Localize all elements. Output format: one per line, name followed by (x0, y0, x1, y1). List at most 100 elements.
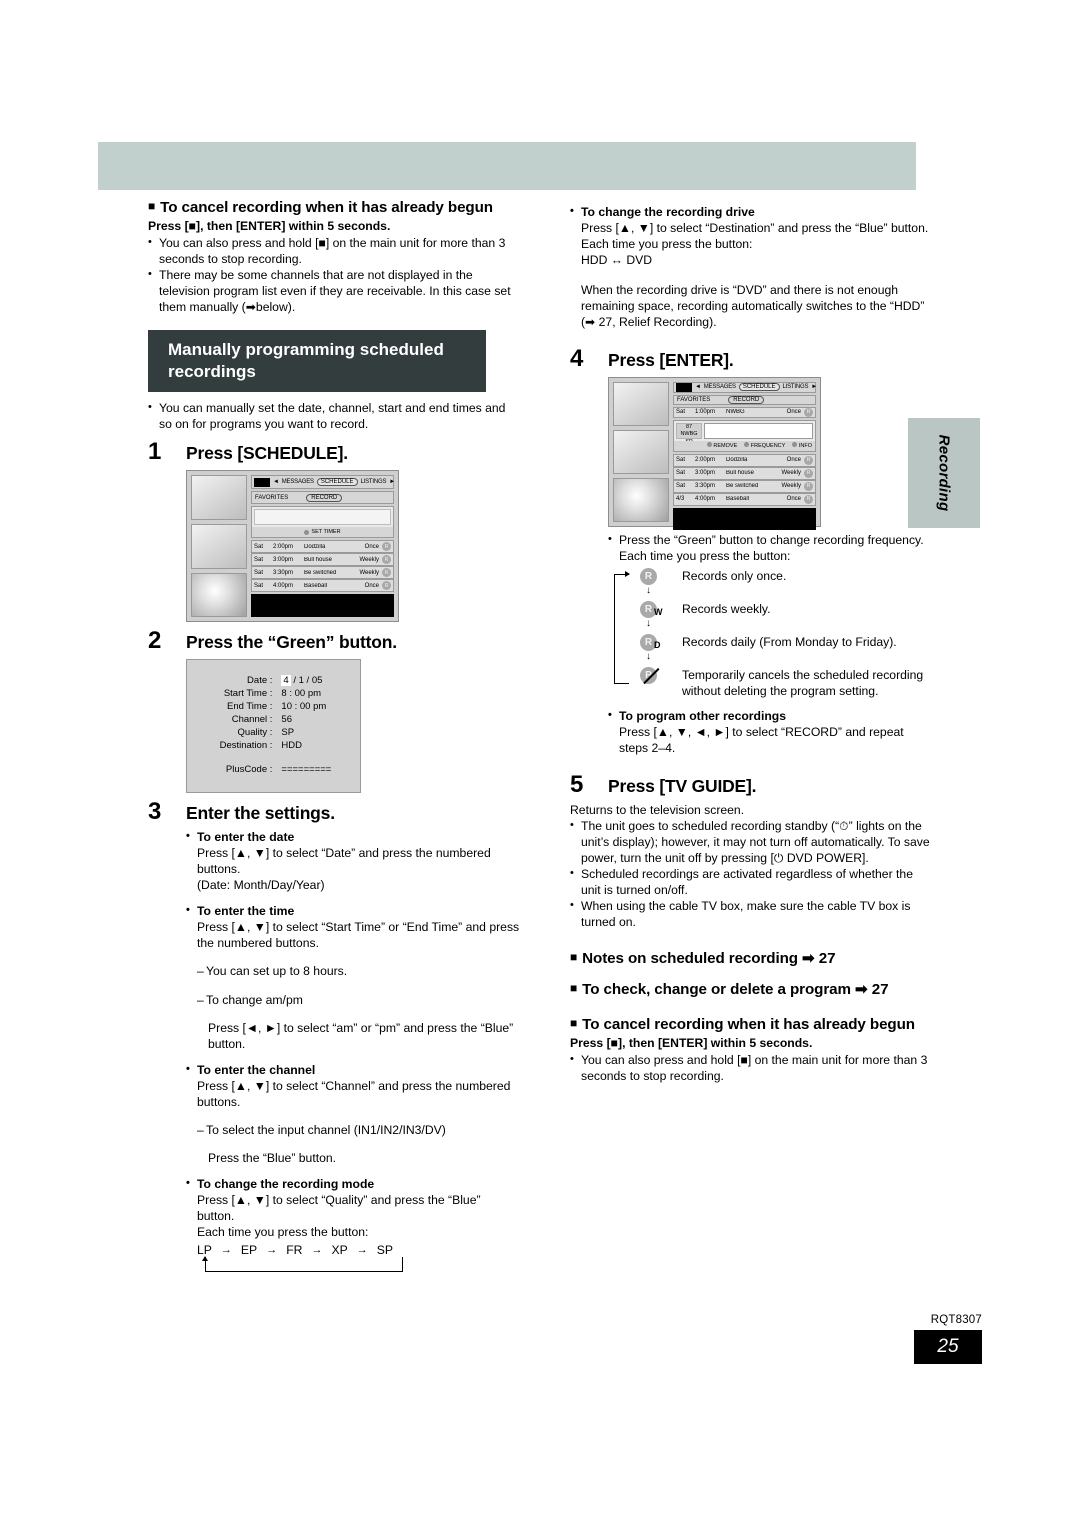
substep-text: Press [▲, ▼] to select “Channel” and pre… (197, 1078, 511, 1109)
prev-arrow-icon[interactable]: ◄ (695, 384, 701, 390)
tv-set-timer-bar[interactable]: SET TIMER (252, 527, 393, 538)
step-5-bullet: Scheduled recordings are activated regar… (570, 866, 930, 899)
row-time: 3:00pm (273, 556, 294, 563)
tv-favorites-label: FAVORITES (677, 396, 711, 403)
record-weekly-icon: R (382, 568, 391, 578)
tv-menubar[interactable]: ◄ MESSAGES SCHEDULE LISTINGS ► (251, 475, 395, 490)
settings-value: 4 / 1 / 05 (281, 674, 348, 687)
step-5-bullet: When using the cable TV box, make sure t… (570, 898, 930, 931)
green-button-bullet: Press the “Green” button to change recor… (608, 532, 930, 549)
square-bullet-icon: ■ (148, 199, 156, 213)
tv-favorites-bar[interactable]: FAVORITES RECORD (251, 491, 394, 505)
tv-thumbnail (191, 475, 247, 520)
substep-dash: You can set up to 8 hours. (197, 964, 520, 980)
tv-thumbnail (613, 429, 669, 474)
step-4-title: Press [ENTER]. (608, 349, 734, 370)
record-once-icon: R (804, 455, 813, 465)
tv-info-button[interactable]: INFO (792, 442, 812, 449)
tv-record-button[interactable]: RECORD (306, 493, 343, 502)
pluscode-value: ========= (281, 764, 332, 776)
row-frequency: Once (786, 496, 801, 503)
tv-content-column: ◄ MESSAGES SCHEDULE LISTINGS ► FAVORITES… (673, 381, 817, 530)
settings-label: Destination : (219, 740, 273, 752)
tv-schedule-rows: Sat 2:00pm Dodzilla Once R Sat 3:00pm Bu… (251, 540, 394, 593)
tv-schedule-row[interactable]: Sat 3:00pm Bull house Weekly R (251, 553, 394, 567)
chain-mode-ep: EP (240, 1242, 258, 1257)
tv-schedule-row[interactable]: Sat 2:00pm Dodzilla Once R (251, 540, 394, 554)
settings-row[interactable]: Date : 4 / 1 / 05 (199, 674, 348, 687)
row-title: Baseball (726, 496, 750, 503)
tv-logo-block (254, 477, 270, 487)
page-number: 25 (914, 1330, 982, 1364)
row-title: Bull house (726, 470, 755, 477)
tv-schedule-row[interactable]: 4/3 4:00pm Baseball Once R (673, 492, 816, 506)
tv-frequency-button[interactable]: FREQUENCY (744, 442, 785, 449)
tv-detail-panel: 87 NWBG SP HDD REMOVE FREQUENCY INFO (673, 419, 816, 452)
tv-detail-panel: SET TIMER (251, 506, 394, 539)
record-daily-icon: RD (640, 633, 661, 651)
record-weekly-icon: R (382, 555, 391, 565)
arrow-down-icon: ↓ (646, 650, 651, 662)
row-frequency: Weekly (359, 569, 379, 576)
tv-favorites-bar[interactable]: FAVORITES RECORD (673, 394, 816, 405)
settings-row-pluscode[interactable]: PlusCode : ========= (199, 763, 348, 776)
settings-label: Date : (247, 675, 273, 687)
tv-schedule-row[interactable]: Sat 3:00pm Bull house Weekly R (673, 466, 816, 480)
tv-remove-button[interactable]: REMOVE (706, 442, 737, 449)
row-frequency: Once (786, 409, 801, 416)
tv-schedule-row[interactable]: Sat 4:00pm Baseball Once R (251, 579, 394, 593)
tv-record-button[interactable]: RECORD (728, 395, 765, 404)
settings-row[interactable]: Quality : SP (199, 726, 348, 739)
tv-button-bar[interactable]: REMOVE FREQUENCY INFO (674, 440, 815, 451)
tv-menu-messages[interactable]: MESSAGES (282, 479, 314, 485)
frequency-item: P Temporarily cancels the scheduled reco… (626, 666, 930, 700)
step-1-number: 1 (148, 438, 162, 466)
frequency-desc: Records weekly. (682, 601, 771, 616)
tv-schedule-row[interactable]: Sat 2:00pm Dodzilla Once R (673, 453, 816, 467)
tv-thumbnail-sphere (191, 572, 247, 618)
date-month-highlight[interactable]: 4 (281, 675, 291, 687)
chain-loop-arrow-icon (202, 1255, 403, 1272)
row-title: Bull house (304, 556, 333, 563)
frequency-icon-cell: RW ↓ (626, 600, 682, 631)
tv-schedule-row[interactable]: Sat 3:30pm Be switched Weekly R (673, 479, 816, 493)
left-column: ■ To cancel recording when it has already… (148, 198, 520, 1272)
right-column: To change the recording drive Press [▲, … (570, 204, 930, 1084)
frequency-icon-list: R ↓ Records only once. RW ↓ Records week… (608, 567, 930, 700)
tv-menubar[interactable]: ◄ MESSAGES SCHEDULE LISTINGS ► (673, 381, 817, 393)
settings-row[interactable]: Start Time : 8 : 00 pm (199, 687, 348, 700)
pluscode-label: PlusCode : (225, 764, 273, 776)
frequency-desc: Temporarily cancels the scheduled record… (682, 667, 924, 698)
settings-row[interactable]: Channel : 56 (199, 713, 348, 726)
record-once-icon: R (382, 542, 391, 552)
tv-menu-listings[interactable]: LISTINGS (361, 479, 387, 485)
blue-dot-icon (792, 442, 798, 448)
row-day: Sat (676, 470, 686, 477)
next-arrow-icon[interactable]: ► (389, 479, 395, 485)
step-1-body: ◄ MESSAGES SCHEDULE LISTINGS ► FAVORITES… (148, 470, 520, 623)
next-arrow-icon[interactable]: ► (811, 384, 817, 390)
weekly-suffix: W (654, 606, 663, 617)
green-button-line2: Each time you press the button: (619, 548, 791, 563)
tv-set-timer-label: SET TIMER (311, 529, 341, 536)
step-2: 2 Press the “Green” button. (148, 629, 520, 653)
tv-menu-listings[interactable]: LISTINGS (783, 384, 809, 390)
chain-mode-sp: SP (376, 1242, 393, 1257)
tv-menu-messages[interactable]: MESSAGES (704, 384, 736, 390)
row-time: 4:00pm (273, 582, 294, 589)
tv-menu-schedule[interactable]: SCHEDULE (316, 478, 358, 487)
tv-selected-row[interactable]: Sat 1:00pm NWBG Once R (673, 406, 816, 418)
row-title: Dodzilla (304, 543, 326, 550)
tv-content-column: ◄ MESSAGES SCHEDULE LISTINGS ► FAVORITES… (251, 475, 395, 618)
settings-label: Start Time : (223, 688, 273, 700)
settings-row[interactable]: End Time : 10 : 00 pm (199, 700, 348, 713)
step-1: 1 Press [SCHEDULE]. (148, 440, 520, 464)
record-once-icon: R (382, 581, 391, 591)
tv-schedule-row[interactable]: Sat 3:30pm Be switched Weekly R (251, 566, 394, 580)
settings-row[interactable]: Destination : HDD (199, 739, 348, 752)
settings-label: End Time : (226, 701, 273, 713)
prev-arrow-icon[interactable]: ◄ (273, 479, 279, 485)
arrow-right-icon: → (311, 1243, 323, 1256)
tv-menu-schedule[interactable]: SCHEDULE (738, 383, 780, 392)
substep-subtext: Press the “Blue” button. (208, 1150, 337, 1165)
